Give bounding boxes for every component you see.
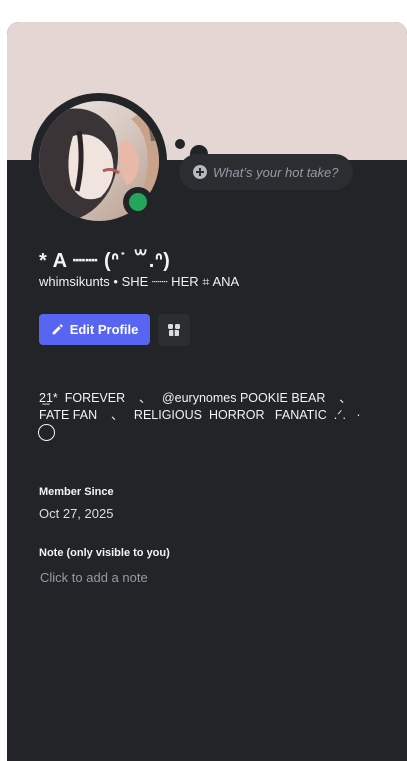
shop-badge-icon xyxy=(168,324,180,336)
username-pronouns: whimsikunts • SHE ┈┈ HER ⌗ ANA xyxy=(39,274,240,289)
note-label: Note (only visible to you) xyxy=(39,547,170,559)
edit-profile-button[interactable]: Edit Profile xyxy=(39,314,150,345)
member-since-date: Oct 27, 2025 xyxy=(39,506,114,521)
hot-take-placeholder: What’s your hot take? xyxy=(213,164,339,180)
plus-circle-icon xyxy=(193,165,207,179)
circle-icon xyxy=(38,424,55,441)
note-input[interactable] xyxy=(39,567,370,587)
display-name: * A ┈┈ (ᐢ˙ ꒳.ᐢ) xyxy=(39,250,171,272)
profile-card: What’s your hot take? * A ┈┈ (ᐢ˙ ꒳.ᐢ) wh… xyxy=(7,22,407,761)
member-since-label: Member Since xyxy=(39,486,114,498)
bio-text: 2̲1* FOREVER 、 @eurynomes POOKIE BEAR 、 … xyxy=(39,391,361,422)
thought-bubble-dot xyxy=(175,139,185,149)
online-status-dot xyxy=(123,187,153,217)
hot-take-button[interactable]: What’s your hot take? xyxy=(179,154,353,190)
avatar-wrapper[interactable] xyxy=(31,93,167,229)
edit-profile-label: Edit Profile xyxy=(69,322,139,337)
shop-badge-button[interactable] xyxy=(158,314,190,346)
pencil-icon xyxy=(52,324,63,335)
